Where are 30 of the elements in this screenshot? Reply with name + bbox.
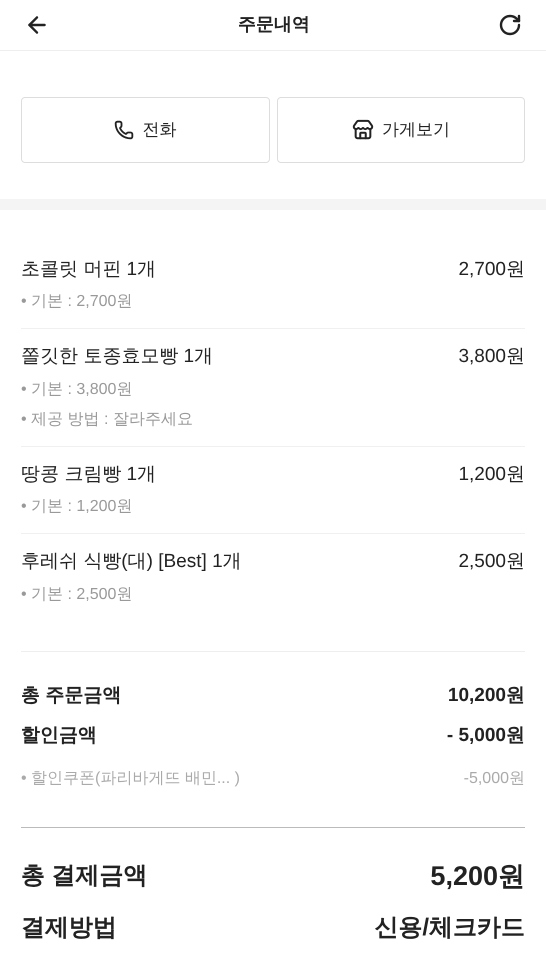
item-name: 초콜릿 머핀 1개: [21, 258, 156, 282]
item-option: • 기본 : 1,200원: [21, 495, 525, 519]
summary-label: 할인금액: [21, 724, 97, 748]
summary-value: 10,200원: [448, 684, 525, 708]
item-price: 2,500원: [458, 550, 525, 574]
item-name: 후레쉬 식빵(대) [Best] 1개: [21, 550, 242, 574]
summary-label: 총 주문금액: [21, 684, 122, 708]
item-price: 3,800원: [458, 345, 525, 369]
item-option: • 기본 : 2,700원: [21, 290, 525, 314]
phone-icon: [114, 120, 134, 140]
item-name: 땅콩 크림빵 1개: [21, 462, 156, 486]
item-option: • 제공 방법 : 잘라주세요: [21, 408, 525, 432]
item-name: 쫄깃한 토종효모빵 1개: [21, 345, 214, 369]
discount-value: -5,000원: [464, 768, 525, 788]
refresh-button[interactable]: [498, 12, 522, 37]
summary-value: - 5,000원: [446, 724, 525, 748]
payment-label: 결제방법: [21, 913, 117, 943]
store-button[interactable]: 가게보기: [276, 96, 525, 163]
payment-value: 5,200원: [430, 860, 525, 892]
discount-detail: • 할인쿠폰(파리바게뜨 배민... ): [21, 768, 240, 788]
payment-label: 총 결제금액: [21, 860, 148, 891]
item-option: • 기본 : 3,800원: [21, 378, 525, 402]
payment-value: 신용/체크카드: [374, 913, 525, 943]
item-price: 2,700원: [458, 258, 525, 282]
page-title: 주문내역: [238, 13, 310, 36]
call-button[interactable]: 전화: [21, 96, 270, 163]
item-option: • 기본 : 2,500원: [21, 582, 525, 606]
refresh-icon: [498, 12, 522, 37]
item-price: 1,200원: [458, 462, 525, 486]
store-icon: [352, 118, 374, 141]
